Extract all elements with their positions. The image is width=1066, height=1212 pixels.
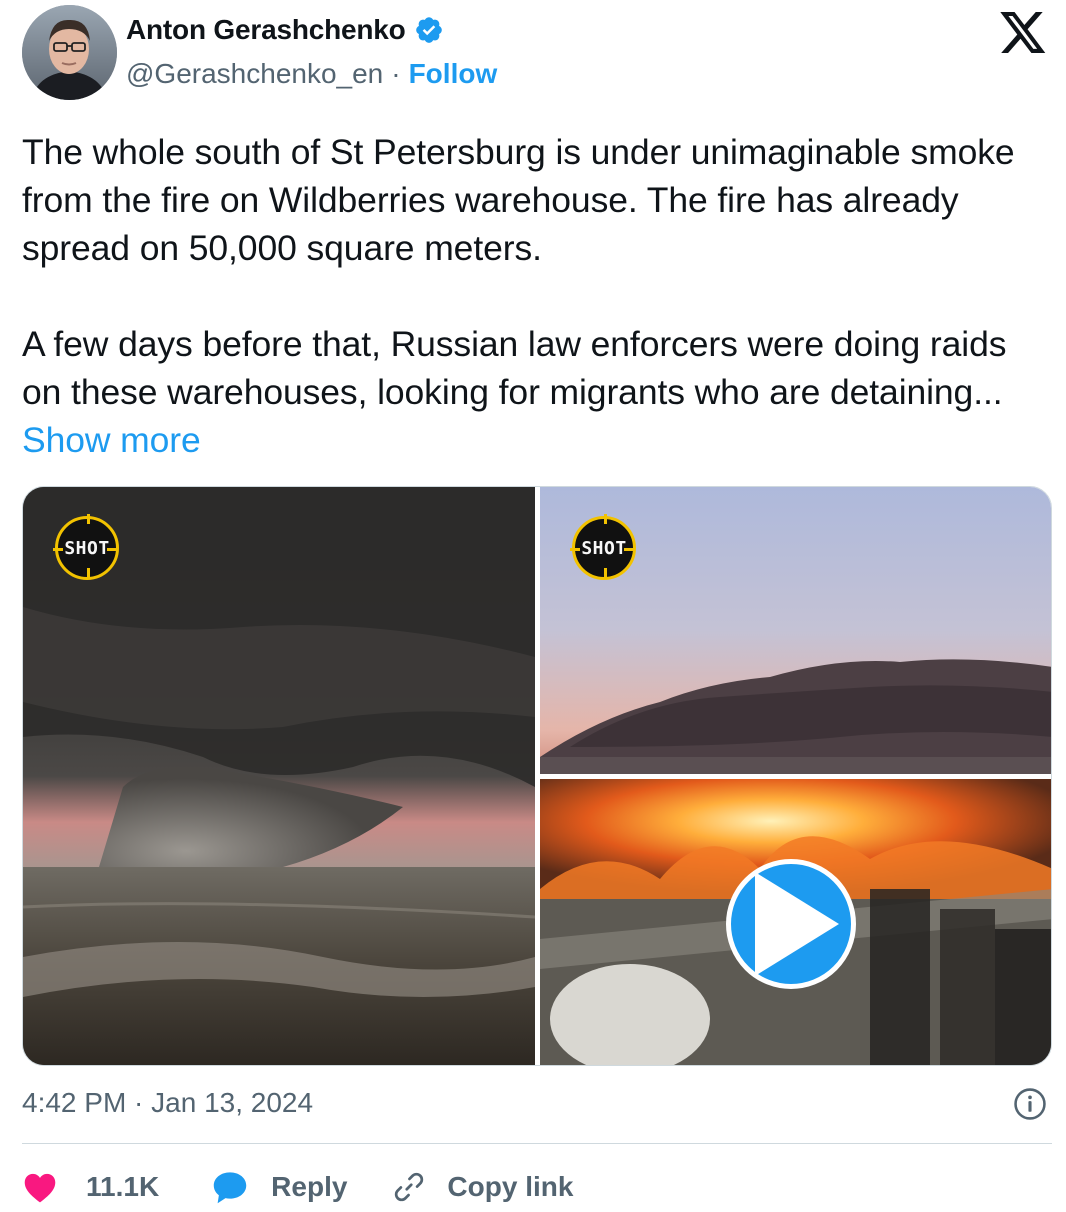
media-photo-smoke-city[interactable]: SHOT (23, 487, 535, 1065)
reply-bubble-icon (213, 1172, 247, 1204)
media-grid: SHOT SHOT (22, 486, 1052, 1066)
avatar[interactable] (22, 5, 117, 100)
author-handle-row: @Gerashchenko_en · Follow (126, 58, 497, 90)
shot-watermark: SHOT (53, 514, 119, 580)
heart-icon (24, 1173, 56, 1203)
verified-badge-icon (415, 17, 442, 43)
link-icon (395, 1172, 424, 1202)
tweet-text: The whole south of St Petersburg is unde… (22, 128, 1052, 464)
like-count: 11.1K (86, 1171, 160, 1202)
tweet-timestamp[interactable]: 4:42 PM · Jan 13, 2024 (22, 1087, 313, 1119)
follow-button[interactable]: Follow (409, 58, 498, 90)
x-logo-icon[interactable] (998, 10, 1048, 55)
reply-label: Reply (271, 1171, 348, 1202)
like-button[interactable]: 11.1K (22, 1171, 159, 1203)
author-handle[interactable]: @Gerashchenko_en (126, 58, 383, 90)
action-bar: 11.1K Reply Copy link (22, 1164, 573, 1210)
tweet-paragraph: The whole south of St Petersburg is unde… (22, 132, 1015, 268)
media-video-fire[interactable] (540, 779, 1051, 1065)
tweet-paragraph: A few days before that, Russian law enfo… (22, 320, 1052, 464)
copy-link-label: Copy link (447, 1171, 574, 1202)
separator-dot: · (391, 58, 401, 89)
author-name[interactable]: Anton Gerashchenko (126, 14, 406, 46)
reply-button[interactable]: Reply (211, 1170, 347, 1204)
tweet-paragraph-text: A few days before that, Russian law enfo… (22, 324, 1007, 412)
info-icon[interactable] (1013, 1087, 1047, 1121)
divider (22, 1143, 1052, 1144)
copy-link-button[interactable]: Copy link (391, 1169, 573, 1205)
media-photo-smoke-horizon[interactable]: SHOT (540, 487, 1051, 774)
author-name-row: Anton Gerashchenko (126, 14, 444, 46)
play-button[interactable] (726, 859, 856, 989)
show-more-link[interactable]: Show more (22, 420, 201, 460)
play-icon (755, 872, 839, 976)
shot-watermark: SHOT (570, 514, 636, 580)
